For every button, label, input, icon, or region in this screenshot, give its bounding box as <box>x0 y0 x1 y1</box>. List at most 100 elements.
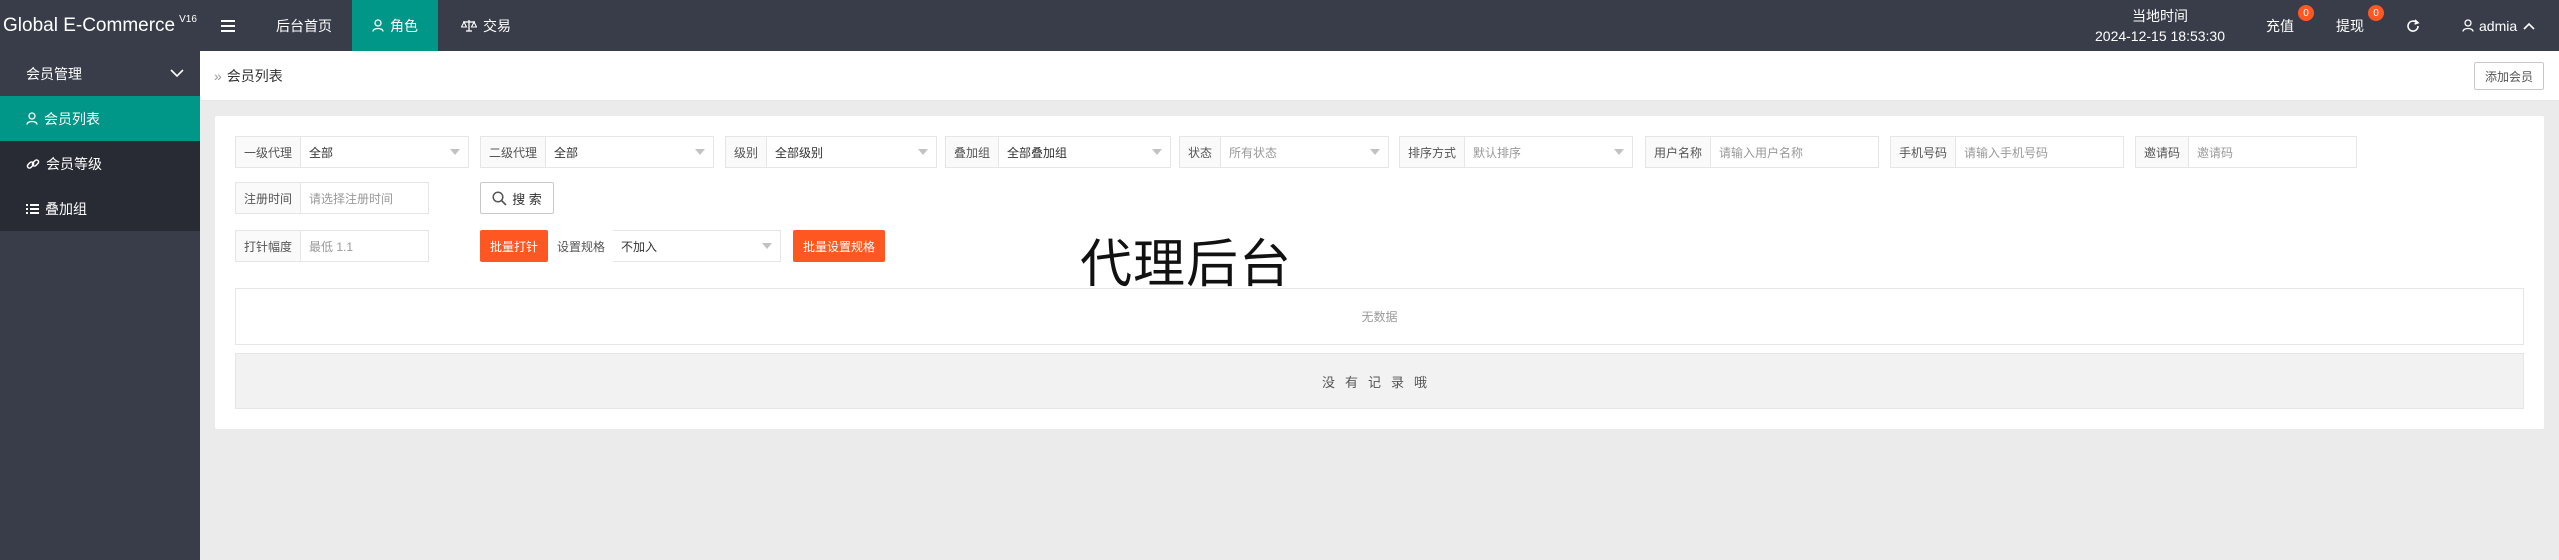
batch-inject-button[interactable]: 批量打针 <box>480 230 548 262</box>
refresh-button[interactable] <box>2406 0 2420 51</box>
user-menu[interactable]: admia <box>2462 0 2535 51</box>
nav-home[interactable]: 后台首页 <box>256 0 352 51</box>
withdraw-label: 提现 <box>2336 17 2364 34</box>
agent1-value-wrap: 全部 <box>301 137 468 167</box>
sort-placeholder: 默认排序 <box>1473 145 1522 160</box>
sidebar-item-label: 叠加组 <box>45 200 87 217</box>
local-time-value: 2024-12-15 18:53:30 <box>2095 27 2225 44</box>
username-field[interactable]: 用户名称 请输入用户名称 <box>1645 136 1879 168</box>
status-placeholder: 所有状态 <box>1229 145 1278 160</box>
table-empty-state: 无数据 <box>235 288 2524 345</box>
level-value: 全部级别 <box>775 145 824 160</box>
username-label: 用户名称 <box>1646 137 1712 167</box>
content-card: 一级代理 全部 二级代理 全部 级别 全部级别 叠加组 全部叠加组 状态 所有状… <box>215 116 2544 429</box>
withdraw-badge: 0 <box>2368 5 2384 21</box>
overlay-group-value: 全部叠加组 <box>1007 145 1068 160</box>
reg-time-field[interactable]: 注册时间 请选择注册时间 <box>235 182 429 214</box>
no-record-message: 没有记录哦 <box>235 353 2524 409</box>
breadcrumb-separator-icon: » <box>214 67 222 84</box>
caret-down-icon <box>1614 149 1624 155</box>
caret-down-icon <box>450 149 460 155</box>
search-button[interactable]: 搜 索 <box>480 182 554 214</box>
agent2-value: 全部 <box>554 145 579 160</box>
app-logo[interactable]: Global E-Commerce V16 <box>0 0 200 51</box>
overlay-group-label: 叠加组 <box>946 137 1000 167</box>
phone-label: 手机号码 <box>1891 137 1957 167</box>
invite-code-placeholder: 邀请码 <box>2197 145 2234 160</box>
username-placeholder: 请输入用户名称 <box>1719 145 1804 160</box>
level-select[interactable]: 级别 全部级别 <box>725 136 937 168</box>
overlay-group-value-wrap: 全部叠加组 <box>999 137 1170 167</box>
recharge-label: 充值 <box>2266 17 2294 34</box>
level-value-wrap: 全部级别 <box>767 137 936 167</box>
amplitude-label: 打针幅度 <box>236 231 302 261</box>
sidebar-item-overlay-group[interactable]: 叠加组 <box>0 186 200 231</box>
amplitude-field[interactable]: 打针幅度 最低 1.1 <box>235 230 429 262</box>
status-label: 状态 <box>1180 137 1222 167</box>
list-icon <box>26 203 39 215</box>
phone-field[interactable]: 手机号码 请输入手机号码 <box>1890 136 2124 168</box>
sidebar: 会员管理 会员列表 会员等级 叠加组 <box>0 51 200 560</box>
sort-label: 排序方式 <box>1400 137 1466 167</box>
rule-value-wrap: 不加入 <box>613 231 780 261</box>
nav-role-label: 角色 <box>390 17 418 34</box>
chevron-down-icon <box>170 69 184 78</box>
agent1-value: 全部 <box>309 145 334 160</box>
withdraw-button[interactable]: 提现 0 <box>2336 0 2384 51</box>
caret-down-icon <box>695 149 705 155</box>
nav-home-label: 后台首页 <box>276 17 332 34</box>
agent2-label: 二级代理 <box>481 137 547 167</box>
logo-version: V16 <box>179 14 197 25</box>
status-value-wrap: 所有状态 <box>1221 137 1388 167</box>
top-header: Global E-Commerce V16 后台首页 角色 交易 当地时间 20… <box>0 0 2559 51</box>
add-member-button[interactable]: 添加会员 <box>2474 62 2544 90</box>
refresh-icon <box>2407 18 2420 32</box>
sort-value-wrap: 默认排序 <box>1465 137 1632 167</box>
rule-label: 设置规格 <box>557 239 606 254</box>
caret-down-icon <box>1370 149 1380 155</box>
sidebar-group-members[interactable]: 会员管理 <box>0 51 200 96</box>
caret-down-icon <box>918 149 928 155</box>
status-select[interactable]: 状态 所有状态 <box>1179 136 1389 168</box>
rule-select[interactable]: 不加入 <box>613 230 781 262</box>
sort-select[interactable]: 排序方式 默认排序 <box>1399 136 1633 168</box>
sidebar-item-label: 会员等级 <box>46 155 102 172</box>
sidebar-item-member-list[interactable]: 会员列表 <box>0 96 200 141</box>
search-icon <box>492 190 507 206</box>
sidebar-submenu: 会员列表 会员等级 叠加组 <box>0 96 200 231</box>
link-icon <box>26 157 40 171</box>
user-name: admia <box>2479 17 2518 34</box>
user-avatar-icon <box>2462 19 2474 32</box>
scale-icon <box>461 19 477 32</box>
local-time: 当地时间 2024-12-15 18:53:30 <box>2080 0 2240 51</box>
user-icon <box>372 19 384 32</box>
overlay-group-select[interactable]: 叠加组 全部叠加组 <box>945 136 1171 168</box>
phone-placeholder: 请输入手机号码 <box>1964 145 2049 160</box>
logo-text: Global E-Commerce <box>3 14 176 36</box>
search-button-label: 搜 索 <box>512 191 542 207</box>
rule-value: 不加入 <box>621 239 658 254</box>
agent1-select[interactable]: 一级代理 全部 <box>235 136 469 168</box>
recharge-badge: 0 <box>2298 5 2314 21</box>
agent2-select[interactable]: 二级代理 全部 <box>480 136 714 168</box>
chevron-up-icon <box>2523 22 2535 30</box>
amplitude-placeholder: 最低 1.1 <box>309 239 354 254</box>
batch-rule-button[interactable]: 批量设置规格 <box>793 230 885 262</box>
invite-code-field[interactable]: 邀请码 邀请码 <box>2135 136 2357 168</box>
invite-code-label: 邀请码 <box>2136 137 2190 167</box>
reg-time-placeholder: 请选择注册时间 <box>309 191 394 206</box>
user-icon <box>26 112 38 125</box>
overlay-title: 代理后台 <box>1080 235 1293 295</box>
caret-down-icon <box>762 243 772 249</box>
breadcrumb-current[interactable]: 会员列表 <box>227 66 283 86</box>
level-label: 级别 <box>726 137 768 167</box>
local-time-label: 当地时间 <box>2132 7 2188 24</box>
recharge-button[interactable]: 充值 0 <box>2266 0 2314 51</box>
sidebar-item-label: 会员列表 <box>44 110 100 127</box>
nav-trade[interactable]: 交易 <box>438 0 534 51</box>
caret-down-icon <box>1152 149 1162 155</box>
sidebar-item-member-level[interactable]: 会员等级 <box>0 141 200 186</box>
menu-toggle-button[interactable] <box>218 0 238 51</box>
breadcrumb: » 会员列表 添加会员 <box>200 51 2559 101</box>
nav-role[interactable]: 角色 <box>352 0 438 51</box>
